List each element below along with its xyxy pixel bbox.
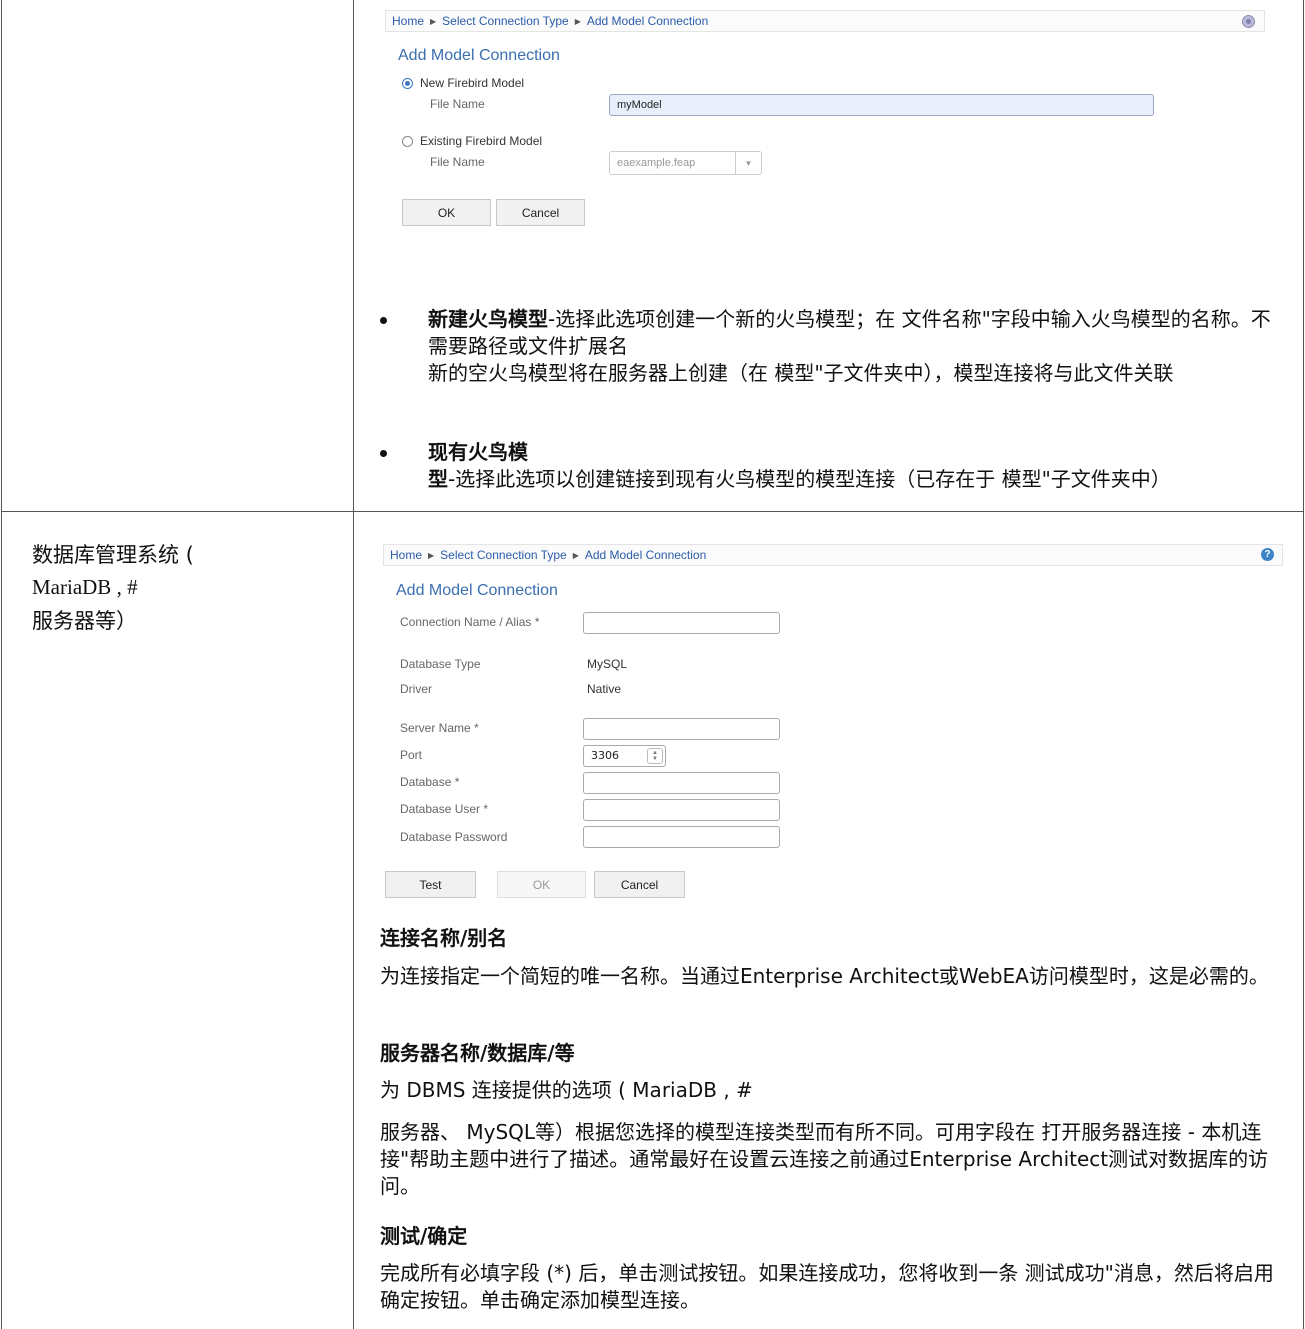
list-item-text: -选择此选项以创建链接到现有火鸟模型的模型连接（已存在于 模型"子文件夹中） <box>448 467 1171 491</box>
select-value: eaexample.feap <box>617 157 696 169</box>
chevron-right-icon: ▶ <box>430 16 437 26</box>
driver-label: Driver <box>400 682 432 696</box>
breadcrumb-select-connection-type[interactable]: Select Connection Type <box>440 548 567 562</box>
help-icon[interactable]: ? <box>1261 548 1274 561</box>
list-item-text-2: 新的空火鸟模型将在服务器上创建（在 模型"子文件夹中），模型连接将与此文件关联 <box>428 361 1174 385</box>
database-password-input[interactable] <box>583 826 780 848</box>
section-paragraph: 为 DBMS 连接提供的选项 ( MariaDB , # <box>380 1078 753 1102</box>
list-item: 现有火鸟模型-选择此选项以创建链接到现有火鸟模型的模型连接（已存在于 模型"子文… <box>380 439 1290 499</box>
server-name-input[interactable] <box>583 718 780 740</box>
port-value: 3306 <box>591 749 619 762</box>
existing-file-name-label: File Name <box>430 155 485 169</box>
table-right-border <box>1303 0 1304 1329</box>
breadcrumb-select-connection-type[interactable]: Select Connection Type <box>442 14 569 28</box>
port-label: Port <box>400 748 423 762</box>
table-row-divider <box>1 511 1304 512</box>
section-paragraph: 服务器、 MySQL等）根据您选择的模型连接类型而有所不同。可用字段在 打开服务… <box>380 1120 1269 1198</box>
chevron-down-icon[interactable]: ▼ <box>735 152 761 174</box>
test-button[interactable]: Test <box>385 871 476 898</box>
radio-button[interactable] <box>402 135 413 147</box>
cancel-button[interactable]: Cancel <box>496 199 585 226</box>
breadcrumb-add-model-connection[interactable]: Add Model Connection <box>585 548 706 562</box>
breadcrumb-home[interactable]: Home <box>392 14 424 28</box>
breadcrumb: Home ▶ Select Connection Type ▶ Add Mode… <box>383 544 1283 566</box>
row-label: 数据库管理系统 ( MariaDB , # 服务器等） <box>32 541 332 635</box>
row-label-line-1: 数据库管理系统 ( <box>32 543 194 567</box>
section-paragraph: 为连接指定一个简短的唯一名称。当通过Enterprise Architect或W… <box>380 964 1269 988</box>
breadcrumb-add-model-connection[interactable]: Add Model Connection <box>587 14 708 28</box>
database-password-label: Database Password <box>400 830 508 844</box>
row-label-line-3: 服务器等） <box>32 609 137 633</box>
ok-button[interactable]: OK <box>497 871 586 898</box>
connection-name-input[interactable] <box>583 612 780 634</box>
connection-name-label: Connection Name / Alias * <box>400 615 540 629</box>
radio-existing-firebird-model[interactable]: Existing Firebird Model <box>402 134 542 148</box>
list-item-body: 现有火鸟模型-选择此选项以创建链接到现有火鸟模型的模型连接（已存在于 模型"子文… <box>428 439 1268 493</box>
bullet-dot <box>380 450 387 457</box>
cancel-button[interactable]: Cancel <box>594 871 685 898</box>
stepper-arrows-icon[interactable]: ▲ ▼ <box>647 748 663 764</box>
list-item: 新建火鸟模型-选择此选项创建一个新的火鸟模型；在 文件名称"字段中输入火鸟模型的… <box>380 306 1290 426</box>
new-file-name-input[interactable]: myModel <box>609 94 1154 116</box>
list-item-body: 新建火鸟模型-选择此选项创建一个新的火鸟模型；在 文件名称"字段中输入火鸟模型的… <box>428 306 1288 387</box>
section-heading: 连接名称/别名 <box>380 926 508 950</box>
section-paragraph: 完成所有必填字段 (*) 后，单击测试按钮。如果连接成功，您将收到一条 测试成功… <box>380 1261 1274 1312</box>
page-title: Add Model Connection <box>398 47 560 64</box>
chevron-right-icon: ▶ <box>572 550 579 560</box>
chevron-right-icon: ▶ <box>428 550 435 560</box>
breadcrumb: Home ▶ Select Connection Type ▶ Add Mode… <box>385 10 1265 32</box>
radio-label: New Firebird Model <box>420 76 525 90</box>
database-type-value: MySQL <box>587 657 628 671</box>
ok-button[interactable]: OK <box>402 199 491 226</box>
new-file-name-label: File Name <box>430 97 485 111</box>
document-table: Home ▶ Select Connection Type ▶ Add Mode… <box>0 0 1305 1329</box>
help-icon[interactable] <box>1242 15 1255 28</box>
radio-label: Existing Firebird Model <box>420 134 543 148</box>
table-left-border <box>1 0 2 1329</box>
bullet-dot <box>380 317 387 324</box>
port-stepper[interactable]: 3306 ▲ ▼ <box>583 745 666 767</box>
server-name-label: Server Name * <box>400 721 479 735</box>
existing-file-name-select[interactable]: eaexample.feap ▼ <box>609 151 762 175</box>
radio-button-checked[interactable] <box>402 77 413 89</box>
radio-new-firebird-model[interactable]: New Firebird Model <box>402 76 524 90</box>
section-heading: 测试/确定 <box>380 1224 468 1248</box>
page-title: Add Model Connection <box>396 582 558 599</box>
database-user-label: Database User * <box>400 802 489 816</box>
database-user-input[interactable] <box>583 799 780 821</box>
breadcrumb-home[interactable]: Home <box>390 548 422 562</box>
list-item-text: -选择此选项创建一个新的火鸟模型；在 文件名称"字段中输入火鸟模型的名称。不需要… <box>428 307 1271 358</box>
database-input[interactable] <box>583 772 780 794</box>
section-heading: 服务器名称/数据库/等 <box>380 1041 575 1065</box>
row-label-line-2: MariaDB , # <box>32 575 138 599</box>
driver-value: Native <box>587 682 622 696</box>
database-label: Database * <box>400 775 460 789</box>
database-type-label: Database Type <box>400 657 481 671</box>
chevron-right-icon: ▶ <box>574 16 581 26</box>
list-item-term: 新建火鸟模型 <box>428 307 548 331</box>
table-column-divider <box>353 0 354 1329</box>
